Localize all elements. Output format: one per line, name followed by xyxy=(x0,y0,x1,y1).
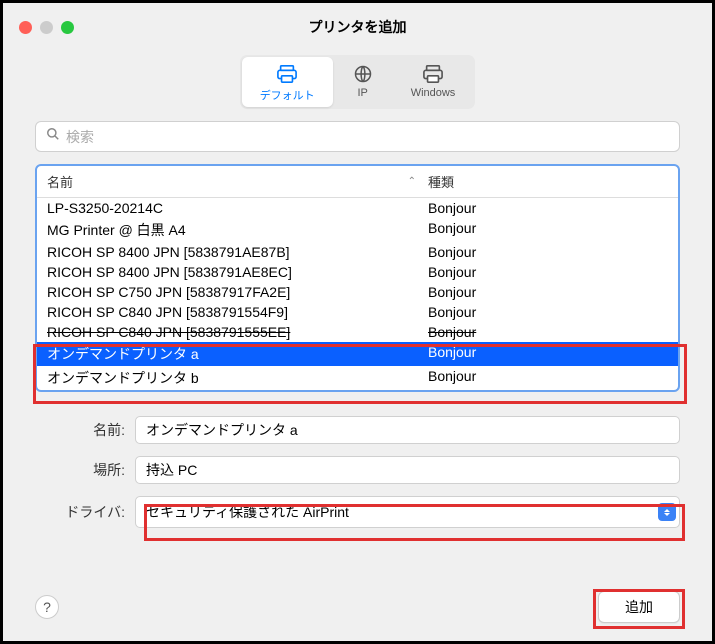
windows-printer-icon xyxy=(421,63,445,85)
column-header-kind[interactable]: 種類 xyxy=(428,172,668,191)
help-button[interactable]: ? xyxy=(35,595,59,619)
list-row[interactable]: オンデマンドプリンタ aBonjour xyxy=(37,342,678,366)
tab-default-label: デフォルト xyxy=(260,87,315,103)
list-cell-name: RICOH SP 8400 JPN [5838791AE8EC] xyxy=(47,264,428,280)
list-cell-kind: Bonjour xyxy=(428,324,668,340)
list-cell-kind: Bonjour xyxy=(428,284,668,300)
toolbar-group: デフォルト IP Windows xyxy=(240,55,476,109)
list-row[interactable]: RICOH SP 8400 JPN [5838791AE8EC]Bonjour xyxy=(37,262,678,282)
content: 名前 ⌃ 種類 LP-S3250-20214CBonjourMG Printer… xyxy=(3,121,712,528)
list-row[interactable]: MG Printer @ 白黒 A4Bonjour xyxy=(37,218,678,242)
toolbar: デフォルト IP Windows xyxy=(3,51,712,121)
list-cell-kind: Bonjour xyxy=(428,200,668,216)
list-cell-kind: Bonjour xyxy=(428,304,668,320)
list-row[interactable]: RICOH SP C840 JPN [5838791554F9]Bonjour xyxy=(37,302,678,322)
list-row[interactable]: LP-S3250-20214CBonjour xyxy=(37,198,678,218)
globe-icon xyxy=(351,63,375,85)
list-cell-name: RICOH SP 8400 JPN [5838791AE87B] xyxy=(47,244,428,260)
minimize-window-button[interactable] xyxy=(40,21,53,34)
driver-label: ドライバ: xyxy=(35,502,135,522)
list-header: 名前 ⌃ 種類 xyxy=(37,166,678,198)
window-title: プリンタを追加 xyxy=(309,17,407,37)
search-box[interactable] xyxy=(35,121,680,152)
list-cell-name: RICOH SP C750 JPN [58387917FA2E] xyxy=(47,284,428,300)
tab-default[interactable]: デフォルト xyxy=(242,57,333,107)
tab-ip-label: IP xyxy=(357,87,367,99)
location-field[interactable] xyxy=(135,456,680,484)
search-icon xyxy=(46,127,60,146)
list-row[interactable]: オンデマンドプリンタ bBonjour xyxy=(37,366,678,390)
name-field[interactable] xyxy=(135,416,680,444)
column-header-name[interactable]: 名前 ⌃ xyxy=(47,172,428,191)
footer: ? 追加 xyxy=(35,591,680,623)
list-cell-kind: Bonjour xyxy=(428,264,668,280)
list-row[interactable]: RICOH SP C840 JPN [5838791555EE]Bonjour xyxy=(37,322,678,342)
close-window-button[interactable] xyxy=(19,21,32,34)
tab-windows-label: Windows xyxy=(411,87,456,99)
form-row-driver: ドライバ: セキュリティ保護された AirPrint xyxy=(35,496,680,528)
list-cell-kind: Bonjour xyxy=(428,344,668,364)
list-cell-name: オンデマンドプリンタ b xyxy=(47,368,428,388)
zoom-window-button[interactable] xyxy=(61,21,74,34)
tab-ip[interactable]: IP xyxy=(333,57,393,107)
driver-select-wrap: セキュリティ保護された AirPrint xyxy=(135,496,680,528)
list-cell-name: オンデマンドプリンタ a xyxy=(47,344,428,364)
titlebar: プリンタを追加 xyxy=(3,3,712,51)
traffic-lights xyxy=(19,21,74,34)
form-row-location: 場所: xyxy=(35,456,680,484)
sort-caret-icon: ⌃ xyxy=(408,176,416,187)
search-input[interactable] xyxy=(66,129,669,145)
list-cell-name: LP-S3250-20214C xyxy=(47,200,428,216)
list-cell-name: RICOH SP C840 JPN [5838791554F9] xyxy=(47,304,428,320)
list-row[interactable]: RICOH SP C750 JPN [58387917FA2E]Bonjour xyxy=(37,282,678,302)
list-cell-name: MG Printer @ 白黒 A4 xyxy=(47,220,428,240)
form-area: 名前: 場所: ドライバ: セキュリティ保護された AirPrint xyxy=(35,394,680,528)
list-cell-kind: Bonjour xyxy=(428,220,668,240)
driver-select[interactable]: セキュリティ保護された AirPrint xyxy=(135,496,680,528)
location-label: 場所: xyxy=(35,460,135,480)
printer-icon xyxy=(275,63,299,85)
list-cell-kind: Bonjour xyxy=(428,244,668,260)
tab-windows[interactable]: Windows xyxy=(393,57,474,107)
form-row-name: 名前: xyxy=(35,416,680,444)
name-label: 名前: xyxy=(35,420,135,440)
list-body[interactable]: LP-S3250-20214CBonjourMG Printer @ 白黒 A4… xyxy=(37,198,678,390)
list-cell-kind: Bonjour xyxy=(428,368,668,388)
list-row[interactable]: RICOH SP 8400 JPN [5838791AE87B]Bonjour xyxy=(37,242,678,262)
add-button[interactable]: 追加 xyxy=(598,591,680,623)
list-cell-name: RICOH SP C840 JPN [5838791555EE] xyxy=(47,324,428,340)
printer-list: 名前 ⌃ 種類 LP-S3250-20214CBonjourMG Printer… xyxy=(35,164,680,392)
